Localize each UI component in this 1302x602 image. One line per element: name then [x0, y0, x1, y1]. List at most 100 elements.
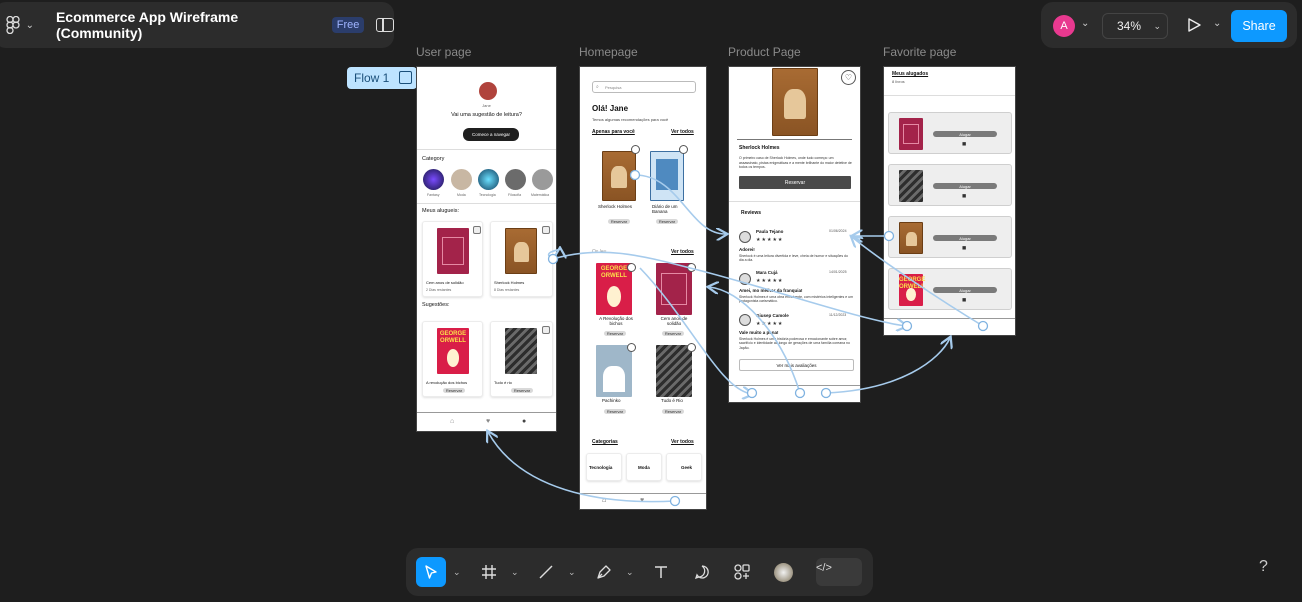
reviewer-avatar	[739, 231, 751, 243]
profile-tab-icon[interactable]: ●	[522, 418, 526, 425]
help-button[interactable]: ?	[1259, 558, 1268, 576]
reserve-button[interactable]: Reservar	[608, 219, 630, 224]
file-title[interactable]: Ecommerce App Wireframe (Community)	[56, 9, 322, 41]
line-tool-chevron-icon[interactable]: ⌄	[568, 567, 576, 578]
favorite-item[interactable]: Alugar ■	[888, 112, 1012, 154]
home-tab-icon[interactable]: ⌂	[450, 418, 454, 425]
reserve-button[interactable]: Reservar	[604, 409, 626, 414]
plan-badge[interactable]: Free	[331, 17, 365, 33]
bookmark-icon[interactable]	[473, 226, 481, 234]
category-card[interactable]: Moda	[626, 453, 662, 481]
book-cover[interactable]	[650, 151, 684, 201]
present-chevron-icon[interactable]: ⌄	[1213, 18, 1221, 29]
favorite-heart-icon[interactable]	[687, 263, 696, 272]
pen-tool-button[interactable]	[589, 557, 619, 587]
move-tool-button[interactable]	[416, 557, 446, 587]
reserve-button[interactable]: Reservar	[662, 409, 684, 414]
suggestion-card[interactable]: Tudo é rio Reservar	[490, 321, 553, 397]
favorite-item[interactable]: Alugar ■	[888, 216, 1012, 258]
see-all-link[interactable]: Ver todos	[671, 439, 694, 445]
more-reviews-button[interactable]: Ver mais avaliações	[739, 359, 854, 371]
favorite-tab-icon[interactable]: ♥	[486, 418, 490, 425]
delete-trash-icon[interactable]: ■	[962, 141, 966, 148]
see-all-link[interactable]: Ver todos	[671, 249, 694, 255]
figma-canvas[interactable]: ⌄ Ecommerce App Wireframe (Community) Fr…	[0, 0, 1302, 602]
favorite-item[interactable]: Alugar ■	[888, 268, 1012, 310]
category-math-icon[interactable]	[532, 169, 553, 190]
move-tool-chevron-icon[interactable]: ⌄	[453, 567, 461, 578]
user-avatar[interactable]: A	[1053, 15, 1075, 37]
frame-tool-chevron-icon[interactable]: ⌄	[511, 567, 519, 578]
share-button[interactable]: Share	[1231, 10, 1287, 42]
category-tech-icon[interactable]	[478, 169, 499, 190]
rent-button[interactable]: Alugar	[933, 235, 997, 241]
bookmark-icon[interactable]	[542, 326, 550, 334]
see-all-link[interactable]: Ver todos	[671, 129, 694, 135]
favorite-heart-icon[interactable]	[631, 145, 640, 154]
favorite-heart-icon[interactable]	[627, 263, 636, 272]
reserve-button[interactable]: Reservar	[662, 331, 684, 336]
home-tab-icon[interactable]: ⌂	[602, 497, 606, 504]
frame-user-page[interactable]: Jane Vai uma sugestão de leitura? Comece…	[416, 66, 557, 432]
book-cover[interactable]	[656, 345, 692, 397]
start-browsing-button[interactable]: Comece a navegar	[463, 128, 519, 141]
components-icon	[734, 564, 750, 580]
bookmark-icon[interactable]	[542, 226, 550, 234]
product-title: Sherlock Holmes	[739, 145, 780, 151]
rent-button[interactable]: Alugar	[933, 131, 997, 137]
book-cover[interactable]	[596, 345, 632, 397]
rented-card[interactable]: Cem anos de solidão 2 Dias restantes	[422, 221, 483, 297]
category-philosophy-icon[interactable]	[505, 169, 526, 190]
text-tool-button[interactable]	[646, 557, 676, 587]
delete-trash-icon[interactable]: ■	[962, 245, 966, 252]
category-moda-icon[interactable]	[451, 169, 472, 190]
category-card[interactable]: Geek	[666, 453, 702, 481]
frame-label-product[interactable]: Product Page	[728, 45, 801, 59]
rented-card[interactable]: Sherlock Holmes 8 Dias restantes	[490, 221, 553, 297]
line-tool-button[interactable]	[531, 557, 561, 587]
rent-button[interactable]: Alugar	[933, 183, 997, 189]
favorite-item[interactable]: Alugar ■	[888, 164, 1012, 206]
components-tool-button[interactable]	[727, 557, 757, 587]
pen-tool-chevron-icon[interactable]: ⌄	[626, 567, 634, 578]
favorite-tab-icon[interactable]: ♥	[640, 497, 644, 504]
frame-product-page[interactable]: ♡ Sherlock Holmes O primeiro caso de She…	[728, 66, 861, 403]
category-card[interactable]: Tecnologia	[586, 453, 622, 481]
book-cover[interactable]	[596, 263, 632, 315]
present-play-icon[interactable]	[1186, 17, 1202, 33]
frame-label-favorite[interactable]: Favorite page	[883, 45, 956, 59]
toggle-sidebar-icon[interactable]	[376, 18, 394, 32]
avatar-chevron-icon[interactable]: ⌄	[1081, 18, 1089, 29]
category-fantasy-icon[interactable]	[423, 169, 444, 190]
favorite-heart-icon[interactable]	[687, 343, 696, 352]
figma-logo-icon[interactable]	[4, 16, 22, 34]
rent-button[interactable]: Alugar	[933, 287, 997, 293]
rented-title: Cem anos de solidão	[426, 280, 464, 285]
reserve-button[interactable]: Reservar	[443, 388, 465, 393]
book-cover[interactable]	[656, 263, 692, 315]
reserve-button[interactable]: Reservar	[511, 388, 533, 393]
zoom-dropdown[interactable]: 34% ⌄	[1102, 13, 1168, 39]
frame-tool-button[interactable]	[474, 557, 504, 587]
delete-trash-icon[interactable]: ■	[962, 297, 966, 304]
favorite-heart-icon[interactable]	[679, 145, 688, 154]
favorite-heart-icon[interactable]: ♡	[841, 70, 856, 85]
dev-mode-toggle[interactable]: </>	[816, 558, 862, 586]
suggestion-card[interactable]: A revolução dos bichos Reservar	[422, 321, 483, 397]
reserve-button[interactable]: Reservar	[604, 331, 626, 336]
book-title: Pachinko	[602, 398, 621, 403]
comment-tool-button[interactable]	[687, 557, 717, 587]
frame-label-user[interactable]: User page	[416, 45, 471, 59]
frame-label-home[interactable]: Homepage	[579, 45, 638, 59]
reserve-button[interactable]: Reservar	[739, 176, 851, 189]
main-menu-chevron-icon[interactable]: ⌄	[26, 20, 34, 31]
flow-start-tag[interactable]: Flow 1	[347, 67, 417, 89]
favorite-heart-icon[interactable]	[627, 343, 636, 352]
delete-trash-icon[interactable]: ■	[962, 193, 966, 200]
frame-homepage[interactable]: ⌕ Pesquisa Olá! Jane Temos algumas recom…	[579, 66, 707, 510]
actions-tool-button[interactable]	[768, 557, 798, 587]
frame-favorite-page[interactable]: Meus alugados 8 livros Alugar ■ Alugar ■…	[883, 66, 1016, 336]
search-input[interactable]: ⌕ Pesquisa	[592, 81, 696, 93]
book-cover[interactable]	[602, 151, 636, 201]
reserve-button[interactable]: Reservar	[656, 219, 678, 224]
